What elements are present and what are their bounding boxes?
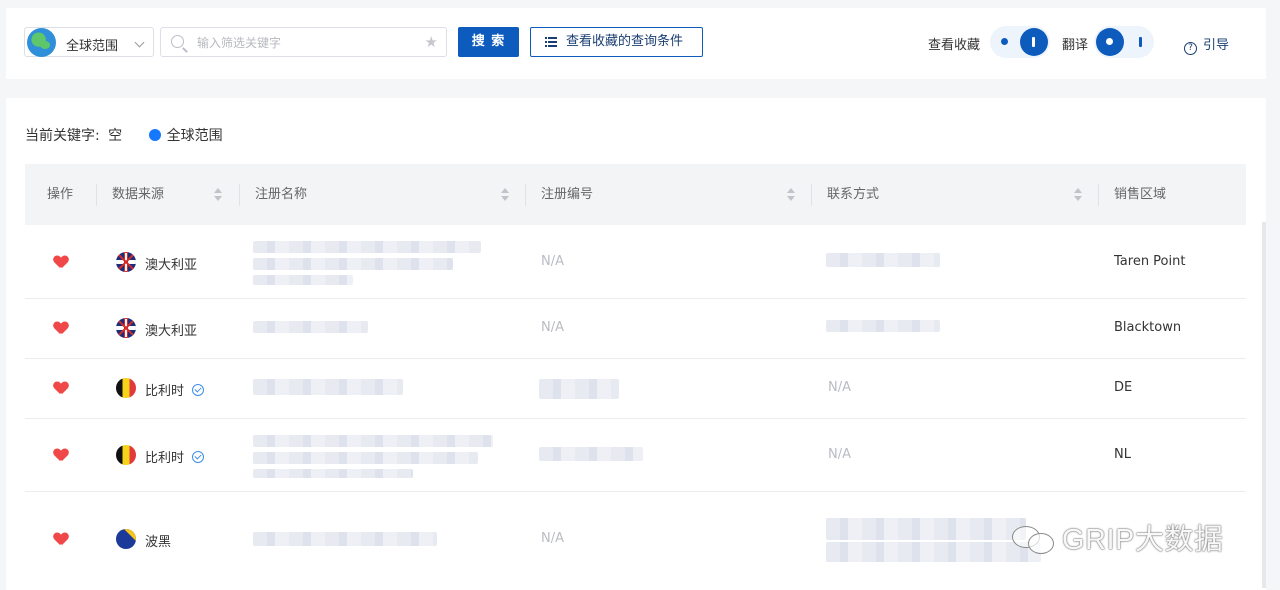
search-input[interactable] — [197, 32, 417, 54]
region-value: NL — [1114, 447, 1131, 462]
reg-no-value: N/A — [541, 531, 564, 546]
heart-icon[interactable] — [54, 382, 68, 395]
guide-label: 引导 — [1203, 38, 1230, 53]
scope-select-value: 全球范围 — [66, 39, 119, 54]
contact-value: N/A — [828, 447, 851, 462]
column-header-action: 操作 — [47, 187, 74, 202]
translate-label: 翻译 — [1062, 38, 1089, 53]
help-icon: ? — [1184, 42, 1197, 55]
sort-icon[interactable] — [1074, 188, 1082, 202]
heart-icon[interactable] — [54, 322, 68, 335]
sort-icon[interactable] — [214, 188, 222, 202]
be-flag-icon — [116, 378, 136, 398]
blurred-reg-no — [539, 379, 619, 399]
blurred-name — [253, 241, 481, 253]
blurred-reg-no — [539, 447, 643, 461]
heart-icon[interactable] — [54, 449, 68, 462]
verified-icon — [192, 384, 205, 396]
blurred-name — [253, 275, 353, 285]
globe-icon — [27, 28, 56, 57]
heart-icon[interactable] — [54, 256, 68, 269]
column-header-name[interactable]: 注册名称 — [255, 164, 307, 225]
table-row: 比利时 N/A NL — [25, 419, 1246, 492]
keyword-value: 空 — [108, 128, 123, 144]
country-label: 比利时 — [145, 447, 205, 466]
blurred-name — [253, 435, 493, 447]
blurred-contact — [826, 542, 1041, 562]
column-header-reg-no[interactable]: 注册编号 — [541, 164, 593, 225]
star-icon[interactable]: ★ — [425, 33, 438, 51]
blurred-name — [253, 321, 368, 333]
current-keyword: 当前关键字: 空 全球范围 — [25, 125, 223, 145]
saved-queries-label: 查看收藏的查询条件 — [566, 34, 684, 49]
column-header-source[interactable]: 数据来源 — [112, 164, 164, 225]
reg-no-value: N/A — [541, 320, 564, 335]
table-scrollbar[interactable] — [1262, 222, 1266, 588]
column-header-contact[interactable]: 联系方式 — [827, 164, 879, 225]
region-value: DE — [1114, 380, 1133, 395]
table-row: 澳大利亚 N/A Taren Point — [25, 225, 1246, 299]
table-header: 操作 数据来源 注册名称 注册编号 联系方式 销售区域 — [25, 164, 1246, 225]
blurred-name — [253, 469, 413, 478]
blurred-contact — [826, 320, 940, 332]
sort-icon[interactable] — [787, 188, 795, 202]
country-label: 比利时 — [145, 380, 205, 399]
keyword-prefix: 当前关键字: — [25, 128, 100, 144]
be-flag-icon — [116, 445, 136, 465]
scope-dot-icon — [148, 129, 161, 141]
region-value: Taren Point — [1114, 254, 1186, 269]
view-favorites-toggle[interactable] — [990, 26, 1050, 58]
blurred-name — [253, 379, 403, 395]
country-label: 澳大利亚 — [145, 324, 198, 339]
au-flag-icon — [116, 318, 136, 338]
country-label: 波黑 — [145, 535, 172, 550]
chevron-down-icon — [134, 37, 145, 48]
sort-icon[interactable] — [501, 188, 509, 202]
heart-icon[interactable] — [54, 533, 68, 546]
view-favorites-label: 查看收藏 — [928, 38, 981, 53]
blurred-contact — [826, 518, 1026, 540]
search-button[interactable]: 搜 索 — [458, 27, 519, 57]
blurred-name — [253, 258, 453, 270]
search-box: ★ — [160, 27, 447, 57]
verified-icon — [192, 451, 205, 463]
table-row: 澳大利亚 N/A Blacktown — [25, 299, 1246, 359]
search-icon — [171, 35, 184, 48]
saved-queries-button[interactable]: 查看收藏的查询条件 — [530, 27, 703, 57]
blurred-name — [253, 532, 437, 546]
reg-no-value: N/A — [541, 254, 564, 269]
list-icon — [545, 36, 557, 47]
au-flag-icon — [116, 252, 136, 272]
search-toolbar: 全球范围 ★ 搜 索 查看收藏的查询条件 查看收藏 翻译 ? 引导 — [6, 8, 1266, 79]
blurred-name — [253, 452, 478, 464]
translate-toggle[interactable] — [1094, 26, 1154, 58]
blurred-contact — [826, 253, 940, 267]
region-value: Blacktown — [1114, 320, 1182, 335]
scope-select[interactable]: 全球范围 — [24, 27, 154, 57]
scope-tag: 全球范围 — [166, 128, 223, 144]
column-header-region: 销售区域 — [1114, 187, 1167, 202]
country-label: 澳大利亚 — [145, 258, 198, 273]
table-row: 比利时 N/A DE — [25, 359, 1246, 419]
wechat-icon — [1012, 524, 1054, 554]
ba-flag-icon — [116, 529, 136, 549]
guide-link[interactable]: ? 引导 — [1184, 34, 1229, 55]
watermark: GRIP大数据 — [1012, 516, 1223, 558]
contact-value: N/A — [828, 380, 851, 395]
